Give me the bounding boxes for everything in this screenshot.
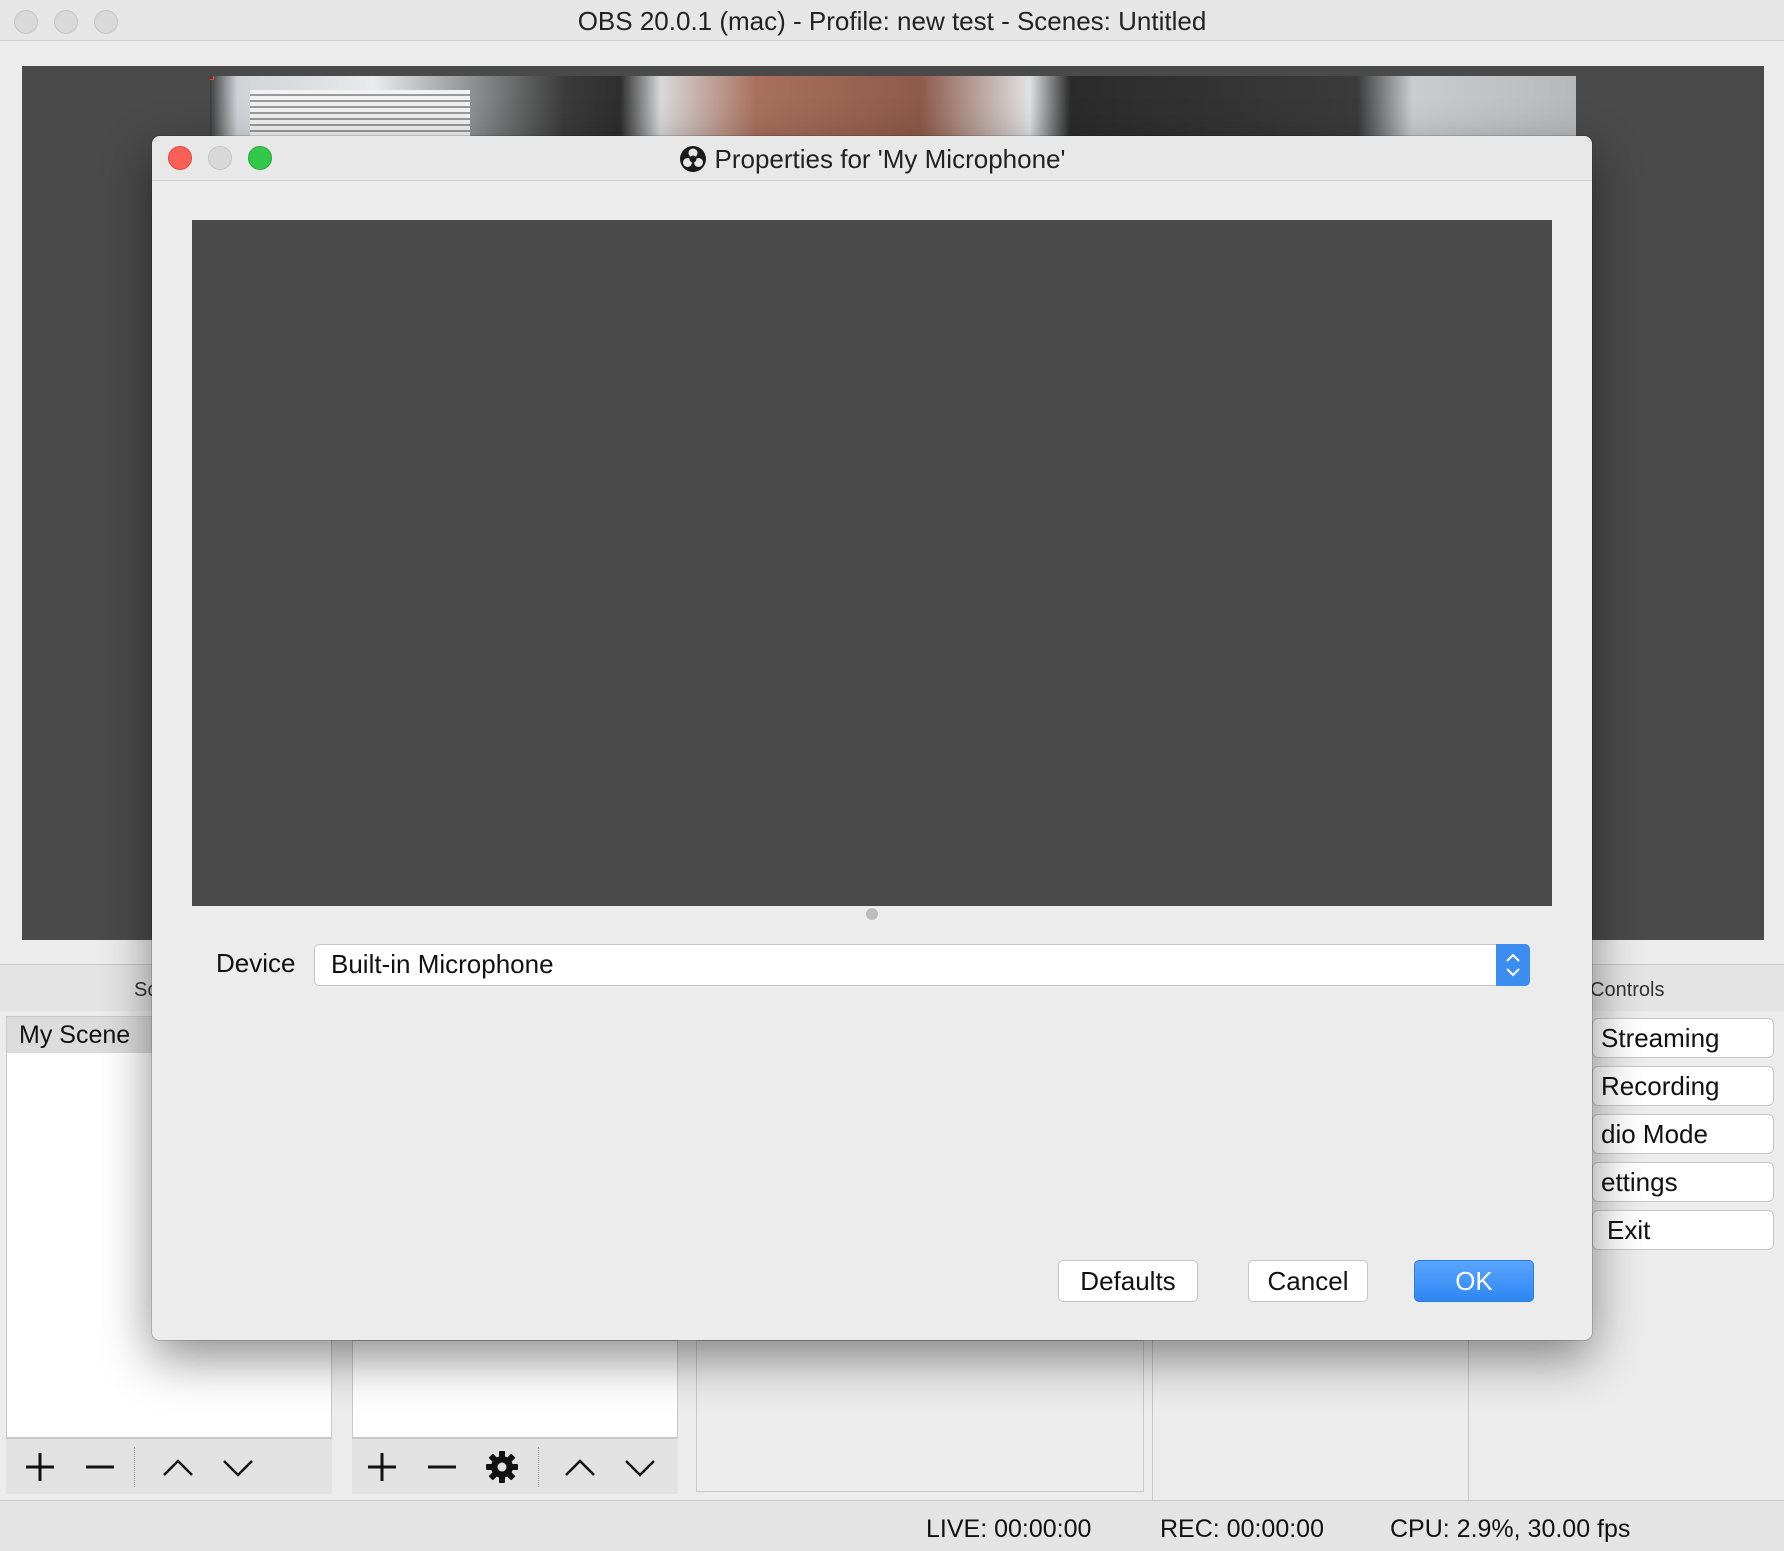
- device-select[interactable]: Built-in Microphone: [314, 944, 1530, 986]
- select-arrows[interactable]: [1496, 944, 1530, 986]
- minus-icon: [86, 1465, 114, 1469]
- gear-icon: [486, 1451, 518, 1483]
- splitter-handle[interactable]: [866, 908, 878, 920]
- device-label: Device: [216, 948, 296, 978]
- move-source-down-button[interactable]: [620, 1447, 660, 1487]
- status-bar: LIVE: 00:00:00 REC: 00:00:00 CPU: 2.9%, …: [0, 1500, 1784, 1551]
- rec-timer: REC: 00:00:00: [1160, 1515, 1324, 1543]
- dialog-title-bar: Properties for 'My Microphone': [152, 136, 1592, 181]
- cpu-fps-readout: CPU: 2.9%, 30.00 fps: [1390, 1515, 1631, 1543]
- cancel-button[interactable]: Cancel: [1248, 1260, 1368, 1302]
- device-select-value: Built-in Microphone: [331, 949, 554, 979]
- plus-icon: [26, 1453, 54, 1481]
- minus-icon: [428, 1465, 456, 1469]
- window-title: OBS 20.0.1 (mac) - Profile: new test - S…: [577, 6, 1207, 36]
- add-source-button[interactable]: [362, 1447, 402, 1487]
- source-preview: [192, 220, 1552, 906]
- source-transform-handle[interactable]: [210, 76, 214, 80]
- source-properties-button[interactable]: [482, 1447, 522, 1487]
- scenes-toolbar: [6, 1438, 332, 1494]
- controls-dock-label: Controls: [1590, 979, 1665, 1001]
- scene-item-label: My Scene: [19, 1021, 131, 1049]
- remove-scene-button[interactable]: [80, 1447, 120, 1487]
- ok-button[interactable]: OK: [1414, 1260, 1534, 1302]
- settings-button[interactable]: ettings: [1592, 1162, 1774, 1202]
- start-recording-button[interactable]: Recording: [1592, 1066, 1774, 1106]
- window-blinds-image: [250, 90, 470, 136]
- live-timer: LIVE: 00:00:00: [926, 1515, 1092, 1543]
- obs-logo-icon: [679, 146, 706, 172]
- plus-icon: [368, 1453, 396, 1481]
- dialog-title-text: Properties for 'My Microphone': [714, 144, 1066, 174]
- properties-dialog: Properties for 'My Microphone' Device Bu…: [152, 136, 1592, 1340]
- move-scene-down-button[interactable]: [218, 1447, 258, 1487]
- sources-list[interactable]: [352, 1340, 678, 1438]
- add-scene-button[interactable]: [20, 1447, 60, 1487]
- dialog-title: Properties for 'My Microphone': [152, 144, 1592, 175]
- panel-divider: [1152, 1340, 1153, 1500]
- exit-button[interactable]: Exit: [1592, 1210, 1774, 1250]
- sources-toolbar: [352, 1438, 678, 1494]
- studio-mode-button[interactable]: dio Mode: [1592, 1114, 1774, 1154]
- remove-source-button[interactable]: [422, 1447, 462, 1487]
- move-source-up-button[interactable]: [560, 1447, 600, 1487]
- chevron-up-icon: [163, 1459, 193, 1476]
- main-title-bar: OBS 20.0.1 (mac) - Profile: new test - S…: [0, 0, 1784, 41]
- video-source-image[interactable]: [210, 76, 1576, 136]
- move-scene-up-button[interactable]: [158, 1447, 198, 1487]
- chevron-down-icon: [223, 1460, 253, 1477]
- audio-mixer-panel: [696, 1340, 1144, 1492]
- toolbar-divider: [134, 1447, 135, 1487]
- up-down-arrows-icon: [1506, 953, 1520, 977]
- start-streaming-button[interactable]: Streaming: [1592, 1018, 1774, 1058]
- chevron-down-icon: [625, 1460, 655, 1477]
- chevron-up-icon: [565, 1459, 595, 1476]
- toolbar-divider: [538, 1447, 539, 1487]
- defaults-button[interactable]: Defaults: [1058, 1260, 1198, 1302]
